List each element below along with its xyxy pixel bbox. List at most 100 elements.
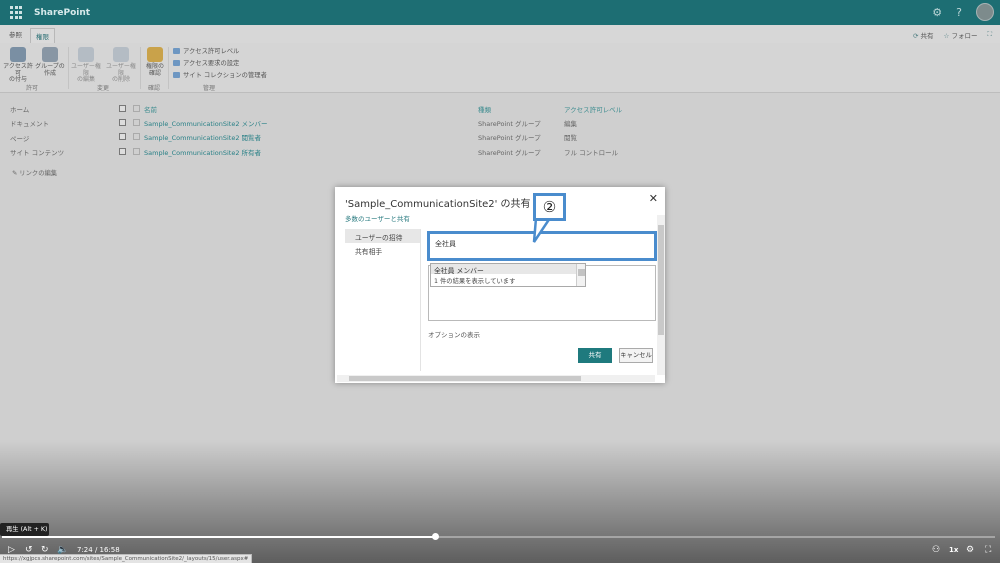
dialog-nav-invite[interactable]: ユーザーの招待 [345, 229, 420, 243]
group-icon [133, 133, 140, 140]
site-collection-admins-icon [173, 71, 180, 78]
close-icon[interactable]: ✕ [649, 192, 658, 205]
nav-item-documents[interactable]: ドキュメント [10, 118, 64, 132]
access-request-settings-icon [173, 59, 180, 66]
column-header-permission[interactable]: アクセス許可レベル [564, 104, 622, 114]
tab-browse[interactable]: 参照 [9, 29, 22, 39]
progress-fill [2, 536, 436, 538]
nav-item-home[interactable]: ホーム [10, 104, 64, 118]
player-controls-shade [0, 440, 1000, 563]
group-name-link[interactable]: Sample_CommunicationSite2 所有者 [144, 147, 261, 157]
group-label-grant: 許可 [26, 85, 39, 92]
check-permissions-label-2: 確認 [148, 69, 161, 77]
focus-mode-icon[interactable]: ⛶ [987, 30, 992, 40]
dialog-nav-shared-with[interactable]: 共有相手 [345, 243, 420, 257]
permission-levels-button[interactable]: アクセス許可レベル [173, 46, 239, 55]
settings-icon[interactable]: ⚙ [932, 6, 942, 19]
edit-links[interactable]: ✎ リンクの編集 [12, 168, 57, 177]
share-link[interactable]: ⟳ 共有 [913, 30, 934, 40]
permission-levels-icon [173, 47, 180, 54]
tab-permissions[interactable]: 権限 [30, 28, 55, 43]
ribbon: アクセス許可 の付与 グループの 作成 ユーザー権限 の編集 ユーザー権限 の削… [0, 43, 1000, 93]
group-divider [168, 47, 169, 89]
people-picker-dropdown: 全社員 メンバー 1 件の結果を表示しています [430, 263, 586, 287]
row-checkbox[interactable] [119, 119, 126, 126]
group-name-link[interactable]: Sample_CommunicationSite2 メンバー [144, 118, 268, 128]
brand-title[interactable]: SharePoint [34, 8, 90, 18]
create-group-button[interactable]: グループの 作成 [33, 47, 67, 77]
result-count: 1 件の結果を表示しています [434, 278, 516, 285]
show-options-link[interactable]: オプションの表示 [428, 329, 480, 339]
left-navigation: ホーム ドキュメント ページ サイト コンテンツ [10, 104, 64, 161]
group-permission: フル コントロール [564, 149, 619, 157]
playback-speed-button[interactable]: 1x [949, 546, 958, 554]
remove-user-permissions-label-2: の削除 [111, 76, 130, 83]
column-header-name[interactable]: 名前 [144, 104, 157, 114]
ribbon-tab-row: 参照 権限 ⟳ 共有 ☆ フォロー ⛶ [0, 25, 1000, 43]
nav-item-pages[interactable]: ページ [10, 133, 64, 147]
fullscreen-icon[interactable]: ⛶ [985, 545, 991, 555]
avatar[interactable] [976, 3, 994, 21]
row-checkbox[interactable] [119, 148, 126, 155]
help-icon[interactable]: ? [956, 6, 962, 19]
row-checkbox[interactable] [119, 133, 126, 140]
share-link-label: 共有 [920, 32, 934, 40]
playback-time: 7:24 / 16:58 [77, 546, 120, 554]
edit-user-permissions-button[interactable]: ユーザー権限 の編集 [69, 47, 103, 84]
share-icon: ⟳ [913, 32, 919, 40]
group-permission: 編集 [564, 120, 577, 128]
status-bar-url: https://xgjpcs.sharepoint.com/sites/Samp… [0, 554, 253, 563]
share-button[interactable]: 共有 [578, 348, 612, 363]
group-type: SharePoint グループ [478, 149, 541, 157]
cancel-button[interactable]: キャンセル [619, 348, 653, 363]
dialog-vertical-scrollbar[interactable] [657, 215, 665, 375]
captions-icon[interactable]: ⚇ [932, 545, 940, 555]
group-label-check: 確認 [148, 85, 161, 92]
edit-links-label: リンクの編集 [19, 170, 58, 177]
settings-gear-icon[interactable]: ⚙ [966, 545, 974, 555]
play-tooltip: 再生 (Alt + K) [0, 523, 49, 536]
progress-scrubber[interactable] [431, 533, 439, 540]
app-launcher-icon[interactable] [10, 5, 24, 20]
dialog-horizontal-scrollbar[interactable] [337, 375, 655, 382]
site-collection-admins-label: サイト コレクションの管理者 [183, 72, 267, 79]
grant-permissions-icon [10, 47, 26, 62]
dialog-title: 'Sample_CommunicationSite2' の共有 [345, 199, 531, 210]
pencil-icon: ✎ [12, 170, 18, 177]
select-all-checkbox[interactable] [119, 105, 126, 112]
table-row: Sample_CommunicationSite2 閲覧者 SharePoint… [118, 132, 638, 146]
permission-levels-label: アクセス許可レベル [183, 48, 240, 55]
grant-permissions-button[interactable]: アクセス許可 の付与 [1, 47, 35, 84]
suite-bar: SharePoint ⚙ ? [0, 0, 1000, 25]
type-column-icon [133, 105, 140, 112]
remove-user-permissions-label-1: ユーザー権限 [106, 63, 136, 77]
access-request-settings-label: アクセス要求の設定 [183, 60, 240, 67]
invite-people-value: 全社員 [435, 240, 456, 248]
suggestion-item[interactable]: 全社員 メンバー [431, 264, 577, 275]
edit-user-permissions-icon [78, 47, 94, 62]
share-dialog: 'Sample_CommunicationSite2' の共有 ✕ 多数のユーザ… [335, 187, 665, 383]
dropdown-scrollbar[interactable] [576, 264, 585, 286]
table-row: Sample_CommunicationSite2 メンバー SharePoin… [118, 118, 638, 132]
site-collection-admins-button[interactable]: サイト コレクションの管理者 [173, 70, 267, 79]
table-row: Sample_CommunicationSite2 所有者 SharePoint… [118, 147, 638, 161]
access-request-settings-button[interactable]: アクセス要求の設定 [173, 58, 239, 67]
nav-item-site-contents[interactable]: サイト コンテンツ [10, 147, 64, 161]
check-permissions-icon [147, 47, 163, 62]
callout-pointer [532, 218, 552, 243]
group-icon [133, 119, 140, 126]
create-group-label-2: 作成 [43, 69, 56, 77]
group-name-link[interactable]: Sample_CommunicationSite2 閲覧者 [144, 132, 261, 142]
share-with-many-link[interactable]: 多数のユーザーと共有 [345, 213, 410, 223]
grant-permissions-label-2: の付与 [8, 76, 27, 83]
group-permission: 閲覧 [564, 134, 577, 142]
column-header-type[interactable]: 種類 [478, 104, 491, 114]
follow-link[interactable]: ☆ フォロー [944, 30, 978, 40]
group-icon [133, 148, 140, 155]
remove-user-permissions-button[interactable]: ユーザー権限 の削除 [104, 47, 138, 84]
group-type: SharePoint グループ [478, 134, 541, 142]
remove-user-permissions-icon [113, 47, 129, 62]
check-permissions-button[interactable]: 権限の 確認 [139, 47, 171, 77]
edit-user-permissions-label-2: の編集 [76, 76, 95, 83]
star-icon: ☆ [943, 32, 950, 40]
